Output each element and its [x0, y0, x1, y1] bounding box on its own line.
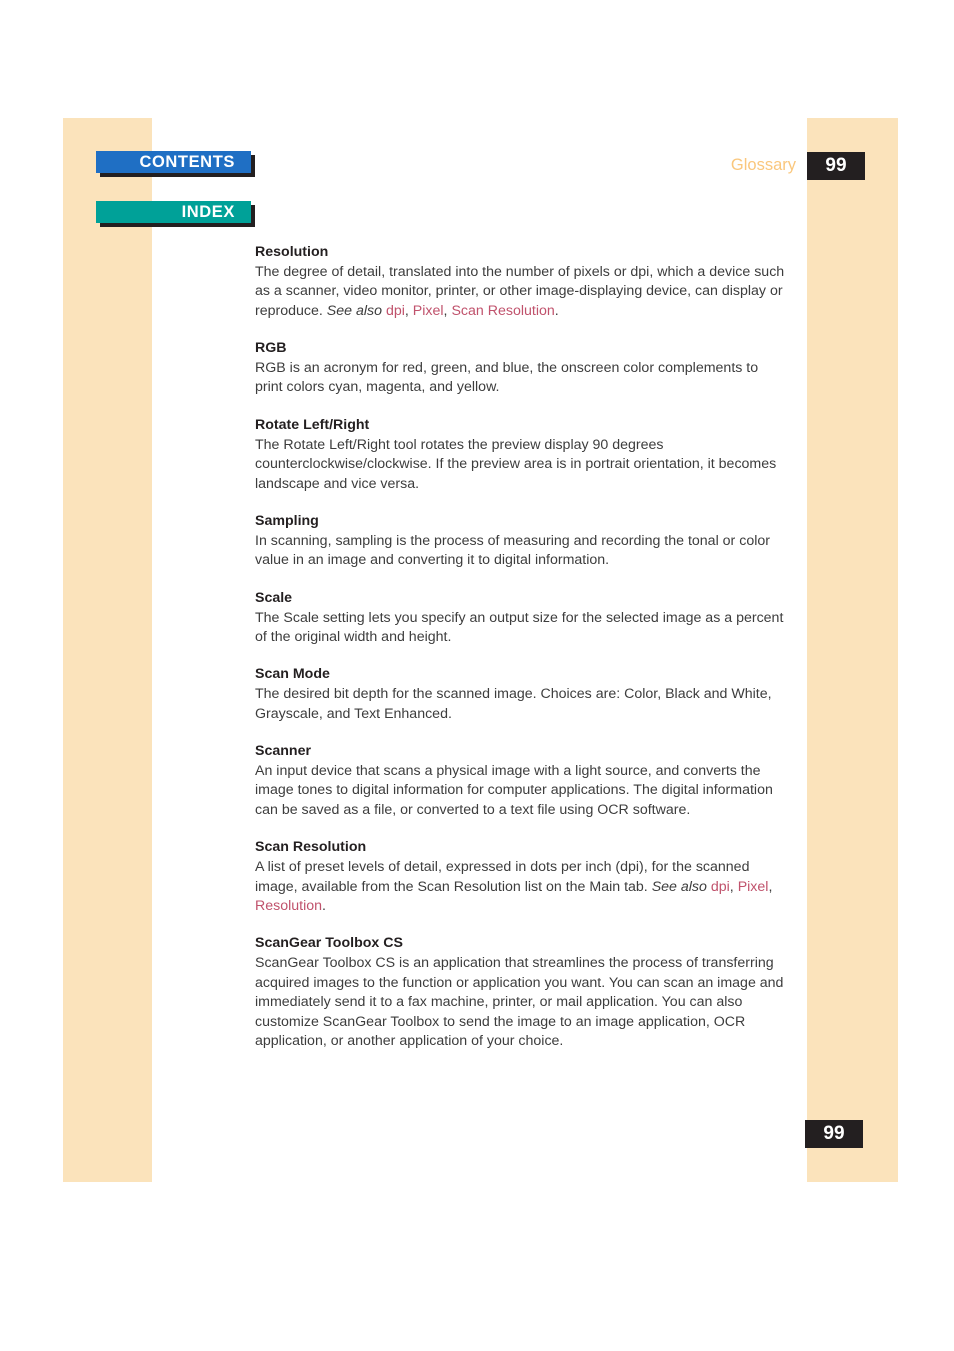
glossary-entry: ScanGear Toolbox CS ScanGear Toolbox CS i… [255, 934, 787, 1051]
glossary-term: RGB [255, 340, 287, 357]
glossary-definition: In scanning, sampling is the process of … [255, 532, 787, 571]
cross-reference-separator: , [729, 878, 738, 895]
glossary-term: Scan Mode [255, 666, 330, 683]
glossary-term: Resolution [255, 244, 329, 260]
glossary-entry: Rotate Left/Right The Rotate Left/Right t… [255, 416, 787, 494]
glossary-definition: ScanGear Toolbox CS is an application th… [255, 954, 787, 1051]
right-margin-decoration [807, 118, 898, 1182]
cross-reference-link[interactable]: dpi [711, 879, 730, 895]
section-title: Glossary [730, 156, 796, 174]
page-number-badge-top: 99 [807, 152, 865, 180]
left-margin-decoration [63, 118, 152, 1182]
glossary-definition: A list of preset levels of detail, expre… [255, 858, 787, 916]
cross-reference-link[interactable]: Pixel [413, 303, 444, 319]
glossary-definition: The degree of detail, translated into th… [255, 263, 787, 321]
glossary-definition: RGB is an acronym for red, green, and bl… [255, 359, 787, 398]
glossary-entry: Scale The Scale setting lets you specify … [255, 589, 787, 648]
glossary-term: Rotate Left/Right [255, 416, 370, 433]
glossary-entry: Scanner An input device that scans a phys… [255, 742, 787, 820]
definition-text: RGB is an acronym for red, green, and bl… [255, 360, 759, 396]
glossary-entry: Resolution The degree of detail, translat… [255, 243, 787, 321]
glossary-entry: Scan Mode The desired bit depth for the s… [255, 665, 787, 724]
see-also-label: See also [326, 302, 382, 319]
glossary-term: Scan Resolution [255, 839, 367, 856]
glossary-entry: RGB RGB is an acronym for red, green, and… [255, 339, 787, 398]
see-also-label: See also [651, 878, 707, 895]
page-header: Glossary 99 [600, 152, 900, 182]
cross-reference-link[interactable]: Scan Resolution [451, 303, 554, 319]
cross-reference-link[interactable]: Resolution [255, 898, 322, 914]
glossary-term: Scale [255, 589, 293, 606]
definition-text: The Rotate Left/Right tool rotates the p… [255, 436, 777, 492]
contents-button[interactable]: CONTENTS [96, 151, 251, 173]
definition-text: The Scale setting lets you specify an ou… [255, 609, 784, 645]
definition-text: An input device that scans a physical im… [255, 763, 773, 818]
cross-reference-link[interactable]: Pixel [738, 879, 769, 895]
cross-reference-separator: , [768, 878, 773, 895]
glossary-entry: Sampling In scanning, sampling is the pro… [255, 512, 787, 571]
cross-reference-link[interactable]: dpi [386, 303, 405, 319]
glossary-definition: The desired bit depth for the scanned im… [255, 685, 787, 724]
glossary-term: ScanGear Toolbox CS [255, 935, 403, 952]
glossary-definition: The Rotate Left/Right tool rotates the p… [255, 436, 787, 494]
definition-text: The desired bit depth for the scanned im… [255, 686, 772, 722]
definition-text: In scanning, sampling is the process of … [255, 532, 770, 569]
glossary-entry: Scan Resolution A list of preset levels o… [255, 838, 787, 916]
glossary-entry-list: Resolution The degree of detail, translat… [255, 243, 787, 1051]
glossary-definition: An input device that scans a physical im… [255, 762, 787, 820]
cross-reference-separator: . [554, 302, 559, 319]
glossary-term: Sampling [255, 512, 319, 529]
glossary-definition: The Scale setting lets you specify an ou… [255, 609, 787, 648]
cross-reference-separator: , [404, 302, 413, 319]
definition-text: ScanGear Toolbox CS is an application th… [255, 955, 784, 1049]
cross-reference-separator: . [322, 897, 326, 914]
page-number-badge-bottom: 99 [805, 1120, 863, 1148]
glossary-term: Scanner [255, 743, 311, 760]
index-button[interactable]: INDEX [96, 201, 251, 223]
glossary-page: CONTENTS INDEX Glossary 99 Resolution The… [0, 0, 954, 1351]
